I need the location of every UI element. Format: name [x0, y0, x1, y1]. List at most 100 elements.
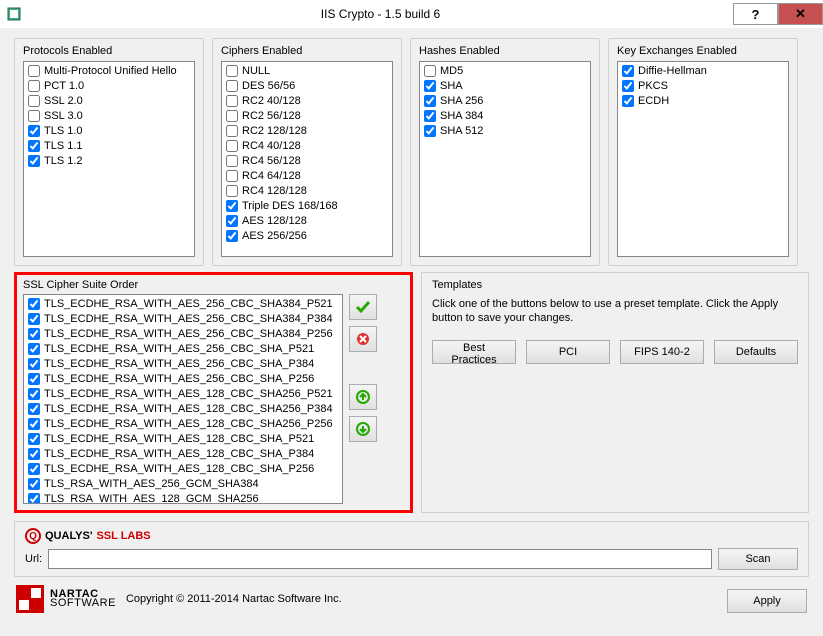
key-exchange-checkbox[interactable]	[622, 80, 634, 92]
cipher-suite-item[interactable]: TLS_ECDHE_RSA_WITH_AES_256_CBC_SHA_P521	[25, 341, 341, 356]
key-exchange-item[interactable]: Diffie-Hellman	[619, 63, 787, 78]
cipher-suite-item[interactable]: TLS_ECDHE_RSA_WITH_AES_128_CBC_SHA_P521	[25, 431, 341, 446]
cipher-item[interactable]: RC2 40/128	[223, 93, 391, 108]
cipher-item[interactable]: Triple DES 168/168	[223, 198, 391, 213]
apply-button[interactable]: Apply	[727, 589, 807, 613]
protocol-checkbox[interactable]	[28, 65, 40, 77]
protocol-checkbox[interactable]	[28, 125, 40, 137]
cipher-item[interactable]: RC4 40/128	[223, 138, 391, 153]
hash-checkbox[interactable]	[424, 80, 436, 92]
protocol-checkbox[interactable]	[28, 110, 40, 122]
cipher-suite-item[interactable]: TLS_ECDHE_RSA_WITH_AES_256_CBC_SHA384_P5…	[25, 296, 341, 311]
cipher-item[interactable]: NULL	[223, 63, 391, 78]
move-down-button[interactable]	[349, 416, 377, 442]
pci-button[interactable]: PCI	[526, 340, 610, 364]
protocol-item[interactable]: SSL 2.0	[25, 93, 193, 108]
cipher-suite-item[interactable]: TLS_RSA_WITH_AES_128_GCM_SHA256	[25, 491, 341, 504]
cipher-checkbox[interactable]	[226, 215, 238, 227]
key-exchange-item[interactable]: ECDH	[619, 93, 787, 108]
protocol-checkbox[interactable]	[28, 140, 40, 152]
cipher-suite-item[interactable]: TLS_ECDHE_RSA_WITH_AES_128_CBC_SHA_P256	[25, 461, 341, 476]
cipher-suite-checkbox[interactable]	[28, 373, 40, 385]
cipher-item[interactable]: RC4 64/128	[223, 168, 391, 183]
cipher-item[interactable]: RC2 128/128	[223, 123, 391, 138]
cipher-item[interactable]: AES 128/128	[223, 213, 391, 228]
hash-item[interactable]: SHA 256	[421, 93, 589, 108]
protocols-list[interactable]: Multi-Protocol Unified HelloPCT 1.0SSL 2…	[23, 61, 195, 257]
url-input[interactable]	[48, 549, 712, 569]
protocol-checkbox[interactable]	[28, 80, 40, 92]
cipher-suite-item[interactable]: TLS_ECDHE_RSA_WITH_AES_128_CBC_SHA256_P3…	[25, 401, 341, 416]
hash-item[interactable]: SHA 384	[421, 108, 589, 123]
best-practices-button[interactable]: Best Practices	[432, 340, 516, 364]
hash-checkbox[interactable]	[424, 125, 436, 137]
cipher-checkbox[interactable]	[226, 80, 238, 92]
check-all-button[interactable]	[349, 294, 377, 320]
protocol-item[interactable]: TLS 1.2	[25, 153, 193, 168]
cipher-suite-item[interactable]: TLS_ECDHE_RSA_WITH_AES_128_CBC_SHA256_P5…	[25, 386, 341, 401]
cipher-checkbox[interactable]	[226, 170, 238, 182]
hash-checkbox[interactable]	[424, 65, 436, 77]
fips-button[interactable]: FIPS 140-2	[620, 340, 704, 364]
cipher-suite-checkbox[interactable]	[28, 478, 40, 490]
cipher-suite-item[interactable]: TLS_ECDHE_RSA_WITH_AES_256_CBC_SHA384_P3…	[25, 311, 341, 326]
protocol-item[interactable]: Multi-Protocol Unified Hello	[25, 63, 193, 78]
cipher-suite-checkbox[interactable]	[28, 343, 40, 355]
cipher-suite-checkbox[interactable]	[28, 433, 40, 445]
cipher-suite-checkbox[interactable]	[28, 358, 40, 370]
uncheck-all-button[interactable]	[349, 326, 377, 352]
cipher-suite-checkbox[interactable]	[28, 493, 40, 505]
cipher-item[interactable]: AES 256/256	[223, 228, 391, 243]
cipher-checkbox[interactable]	[226, 230, 238, 242]
scan-button[interactable]: Scan	[718, 548, 798, 570]
cipher-suite-checkbox[interactable]	[28, 313, 40, 325]
cipher-checkbox[interactable]	[226, 140, 238, 152]
cipher-checkbox[interactable]	[226, 95, 238, 107]
key-exchanges-list[interactable]: Diffie-HellmanPKCSECDH	[617, 61, 789, 257]
cipher-suite-checkbox[interactable]	[28, 328, 40, 340]
cipher-suite-item[interactable]: TLS_ECDHE_RSA_WITH_AES_128_CBC_SHA_P384	[25, 446, 341, 461]
hash-item[interactable]: SHA 512	[421, 123, 589, 138]
cipher-suite-item[interactable]: TLS_ECDHE_RSA_WITH_AES_256_CBC_SHA384_P2…	[25, 326, 341, 341]
cipher-checkbox[interactable]	[226, 185, 238, 197]
protocol-item[interactable]: TLS 1.1	[25, 138, 193, 153]
cipher-suite-item[interactable]: TLS_RSA_WITH_AES_256_GCM_SHA384	[25, 476, 341, 491]
cipher-item[interactable]: RC4 56/128	[223, 153, 391, 168]
cipher-suite-checkbox[interactable]	[28, 388, 40, 400]
cipher-suite-checkbox[interactable]	[28, 448, 40, 460]
cipher-checkbox[interactable]	[226, 155, 238, 167]
cipher-order-list[interactable]: TLS_ECDHE_RSA_WITH_AES_256_CBC_SHA384_P5…	[23, 294, 343, 504]
cipher-suite-checkbox[interactable]	[28, 298, 40, 310]
key-exchange-item[interactable]: PKCS	[619, 78, 787, 93]
cipher-suite-item[interactable]: TLS_ECDHE_RSA_WITH_AES_256_CBC_SHA_P256	[25, 371, 341, 386]
protocol-checkbox[interactable]	[28, 95, 40, 107]
hash-item[interactable]: MD5	[421, 63, 589, 78]
help-button[interactable]: ?	[733, 3, 778, 25]
cipher-item[interactable]: RC2 56/128	[223, 108, 391, 123]
ciphers-list[interactable]: NULLDES 56/56RC2 40/128RC2 56/128RC2 128…	[221, 61, 393, 257]
cipher-suite-checkbox[interactable]	[28, 403, 40, 415]
cipher-item[interactable]: RC4 128/128	[223, 183, 391, 198]
cipher-suite-checkbox[interactable]	[28, 418, 40, 430]
protocol-item[interactable]: PCT 1.0	[25, 78, 193, 93]
hash-checkbox[interactable]	[424, 110, 436, 122]
cipher-suite-checkbox[interactable]	[28, 463, 40, 475]
cipher-suite-item[interactable]: TLS_ECDHE_RSA_WITH_AES_128_CBC_SHA256_P2…	[25, 416, 341, 431]
hash-item[interactable]: SHA	[421, 78, 589, 93]
cipher-checkbox[interactable]	[226, 110, 238, 122]
hashes-list[interactable]: MD5SHASHA 256SHA 384SHA 512	[419, 61, 591, 257]
protocol-checkbox[interactable]	[28, 155, 40, 167]
key-exchange-checkbox[interactable]	[622, 65, 634, 77]
hash-checkbox[interactable]	[424, 95, 436, 107]
protocol-item[interactable]: TLS 1.0	[25, 123, 193, 138]
cipher-checkbox[interactable]	[226, 125, 238, 137]
cipher-checkbox[interactable]	[226, 65, 238, 77]
key-exchange-checkbox[interactable]	[622, 95, 634, 107]
move-up-button[interactable]	[349, 384, 377, 410]
cipher-checkbox[interactable]	[226, 200, 238, 212]
cipher-item[interactable]: DES 56/56	[223, 78, 391, 93]
close-button[interactable]: ✕	[778, 3, 823, 25]
protocol-item[interactable]: SSL 3.0	[25, 108, 193, 123]
cipher-suite-item[interactable]: TLS_ECDHE_RSA_WITH_AES_256_CBC_SHA_P384	[25, 356, 341, 371]
defaults-button[interactable]: Defaults	[714, 340, 798, 364]
